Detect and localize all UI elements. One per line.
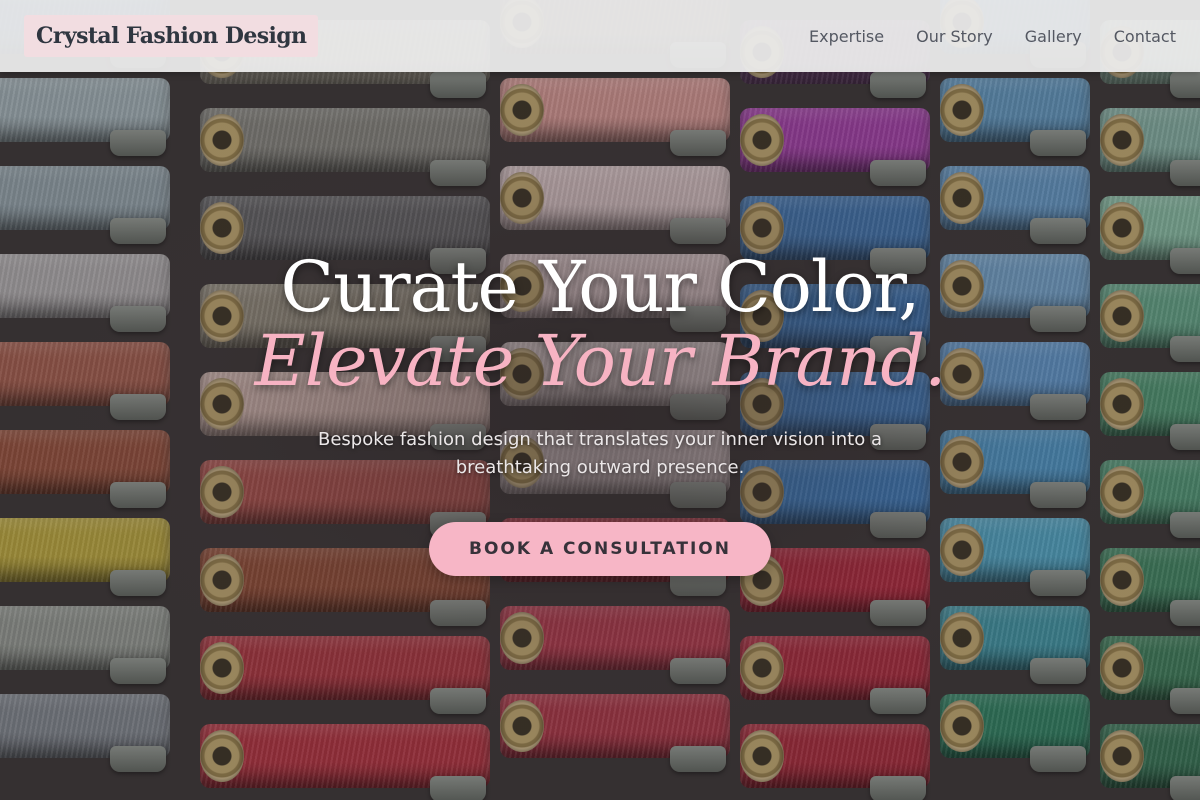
hero-section: Curate Your Color, Elevate Your Brand. B… — [0, 252, 1200, 576]
hero-subtitle: Bespoke fashion design that translates y… — [318, 429, 882, 478]
hero-headline-line1: Curate Your Color, — [280, 246, 921, 328]
brand-logo[interactable]: Crystal Fashion Design — [24, 15, 319, 57]
hero-headline: Curate Your Color, Elevate Your Brand. — [0, 252, 1200, 396]
book-consultation-button[interactable]: BOOK A CONSULTATION — [429, 522, 771, 576]
hero-headline-accent: Elevate Your Brand. — [254, 320, 947, 402]
main-nav: Expertise Our Story Gallery Contact — [809, 27, 1176, 46]
site-header: Crystal Fashion Design Expertise Our Sto… — [0, 0, 1200, 72]
nav-link-contact[interactable]: Contact — [1114, 27, 1176, 46]
nav-link-expertise[interactable]: Expertise — [809, 27, 884, 46]
nav-link-our-story[interactable]: Our Story — [916, 27, 993, 46]
nav-link-gallery[interactable]: Gallery — [1025, 27, 1082, 46]
